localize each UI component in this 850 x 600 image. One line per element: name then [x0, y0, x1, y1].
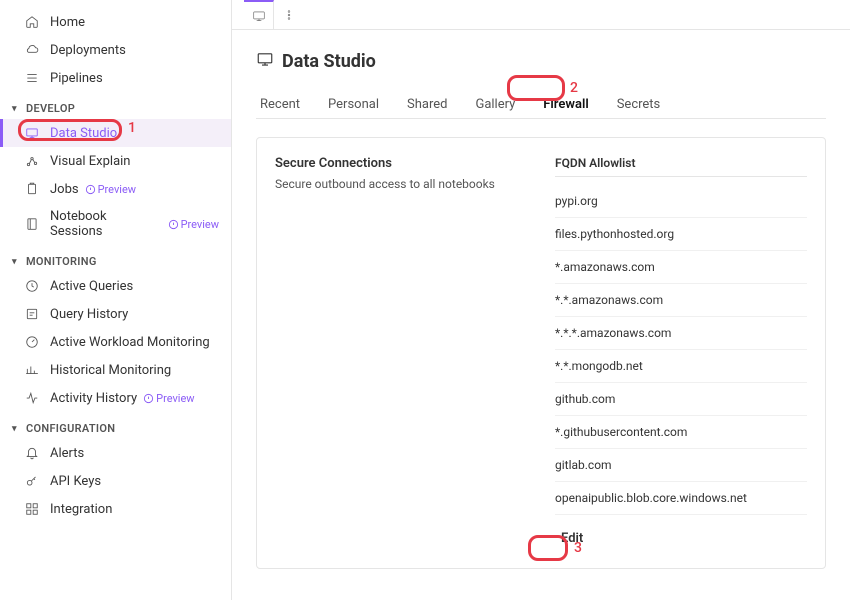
home-icon	[24, 14, 40, 30]
history-icon	[24, 306, 40, 322]
page-content: Data Studio Recent Personal Shared Gallery F…	[232, 30, 850, 600]
sidebar-item-jobs[interactable]: Jobs Preview	[0, 175, 231, 203]
firewall-panel: Secure Connections Secure outbound acces…	[256, 137, 826, 569]
sidebar-item-label: Home	[50, 15, 85, 30]
editor-topbar	[232, 0, 850, 30]
allowlist-row: pypi.org	[555, 185, 807, 218]
section-title: MONITORING	[26, 255, 97, 268]
sidebar-item-active-queries[interactable]: Active Queries	[0, 272, 231, 300]
notebook-icon	[24, 216, 40, 232]
sidebar-item-label: Integration	[50, 502, 112, 517]
allowlist-row: openaipublic.blob.core.windows.net	[555, 482, 807, 515]
graph-icon	[24, 153, 40, 169]
pipelines-icon	[24, 70, 40, 86]
topbar-tab-more[interactable]	[274, 0, 304, 30]
tab-personal[interactable]: Personal	[328, 91, 379, 118]
panel-description: Secure outbound access to all notebooks	[275, 177, 555, 191]
sidebar-section-develop[interactable]: ▾ DEVELOP	[0, 92, 231, 119]
sidebar-item-deployments[interactable]: Deployments	[0, 36, 231, 64]
edit-button[interactable]: Edit	[555, 527, 589, 550]
clock-icon	[24, 278, 40, 294]
chevron-down-icon: ▾	[12, 104, 22, 114]
allowlist-row: *.amazonaws.com	[555, 251, 807, 284]
tab-shared[interactable]: Shared	[407, 91, 447, 118]
sidebar-item-query-history[interactable]: Query History	[0, 300, 231, 328]
section-title: CONFIGURATION	[26, 422, 115, 435]
allowlist-row: files.pythonhosted.org	[555, 218, 807, 251]
topbar-tab-studio[interactable]	[244, 0, 274, 30]
page-title: Data Studio	[256, 50, 826, 73]
panel-left: Secure Connections Secure outbound acces…	[275, 156, 555, 550]
sidebar-item-label: Data Studio	[50, 126, 117, 141]
sidebar-item-label: Historical Monitoring	[50, 363, 171, 378]
sidebar-item-label: Active Queries	[50, 279, 133, 294]
content-tabs: Recent Personal Shared Gallery Firewall Secre…	[256, 91, 826, 119]
studio-icon	[256, 50, 274, 73]
sidebar-item-label: Deployments	[50, 43, 126, 58]
gauge-icon	[24, 334, 40, 350]
activity-icon	[24, 390, 40, 406]
key-icon	[24, 473, 40, 489]
sidebar: Home Deployments Pipelines ▾ DEVELOP Data St…	[0, 0, 232, 600]
preview-badge: Preview	[85, 183, 136, 196]
sidebar-item-integration[interactable]: Integration	[0, 495, 231, 523]
page-title-text: Data Studio	[282, 51, 376, 72]
sidebar-section-monitoring[interactable]: ▾ MONITORING	[0, 245, 231, 272]
panel-right: FQDN Allowlist pypi.orgfiles.pythonhoste…	[555, 156, 807, 550]
sidebar-item-active-workload-monitoring[interactable]: Active Workload Monitoring	[0, 328, 231, 356]
clipboard-icon	[24, 181, 40, 197]
sidebar-item-label: Active Workload Monitoring	[50, 335, 210, 350]
tab-recent[interactable]: Recent	[260, 91, 300, 118]
sidebar-item-historical-monitoring[interactable]: Historical Monitoring	[0, 356, 231, 384]
grid-icon	[24, 501, 40, 517]
sidebar-item-activity-history[interactable]: Activity History Preview	[0, 384, 231, 412]
preview-badge: Preview	[168, 218, 219, 231]
main-area: Data Studio Recent Personal Shared Gallery F…	[232, 0, 850, 600]
cloud-icon	[24, 42, 40, 58]
tab-firewall[interactable]: Firewall	[543, 91, 588, 118]
sidebar-item-data-studio[interactable]: Data Studio	[0, 119, 231, 147]
sidebar-item-label: Notebook Sessions	[50, 209, 162, 239]
tab-secrets[interactable]: Secrets	[617, 91, 661, 118]
sidebar-section-configuration[interactable]: ▾ CONFIGURATION	[0, 412, 231, 439]
sidebar-item-alerts[interactable]: Alerts	[0, 439, 231, 467]
sidebar-item-label: Alerts	[50, 446, 84, 461]
sidebar-item-api-keys[interactable]: API Keys	[0, 467, 231, 495]
sidebar-item-label: Query History	[50, 307, 128, 322]
section-title: DEVELOP	[26, 102, 75, 115]
allowlist-row: *.*.amazonaws.com	[555, 284, 807, 317]
sidebar-item-notebook-sessions[interactable]: Notebook Sessions Preview	[0, 203, 231, 245]
sidebar-item-label: Pipelines	[50, 71, 103, 86]
bar-icon	[24, 362, 40, 378]
sidebar-item-label: API Keys	[50, 474, 101, 489]
tab-gallery[interactable]: Gallery	[475, 91, 515, 118]
allowlist-row: *.*.mongodb.net	[555, 350, 807, 383]
bell-icon	[24, 445, 40, 461]
sidebar-item-label: Activity History	[50, 391, 137, 406]
sidebar-item-label: Visual Explain	[50, 154, 130, 169]
sidebar-item-pipelines[interactable]: Pipelines	[0, 64, 231, 92]
chevron-down-icon: ▾	[12, 257, 22, 267]
preview-badge: Preview	[143, 392, 194, 405]
sidebar-item-home[interactable]: Home	[0, 8, 231, 36]
panel-title: Secure Connections	[275, 156, 555, 171]
allowlist-row: gitlab.com	[555, 449, 807, 482]
allowlist-row: github.com	[555, 383, 807, 416]
chevron-down-icon: ▾	[12, 424, 22, 434]
sidebar-item-label: Jobs	[50, 182, 79, 197]
sidebar-item-visual-explain[interactable]: Visual Explain	[0, 147, 231, 175]
allowlist-row: *.githubusercontent.com	[555, 416, 807, 449]
allowlist-title: FQDN Allowlist	[555, 156, 807, 177]
studio-icon	[24, 125, 40, 141]
allowlist-row: *.*.*.amazonaws.com	[555, 317, 807, 350]
